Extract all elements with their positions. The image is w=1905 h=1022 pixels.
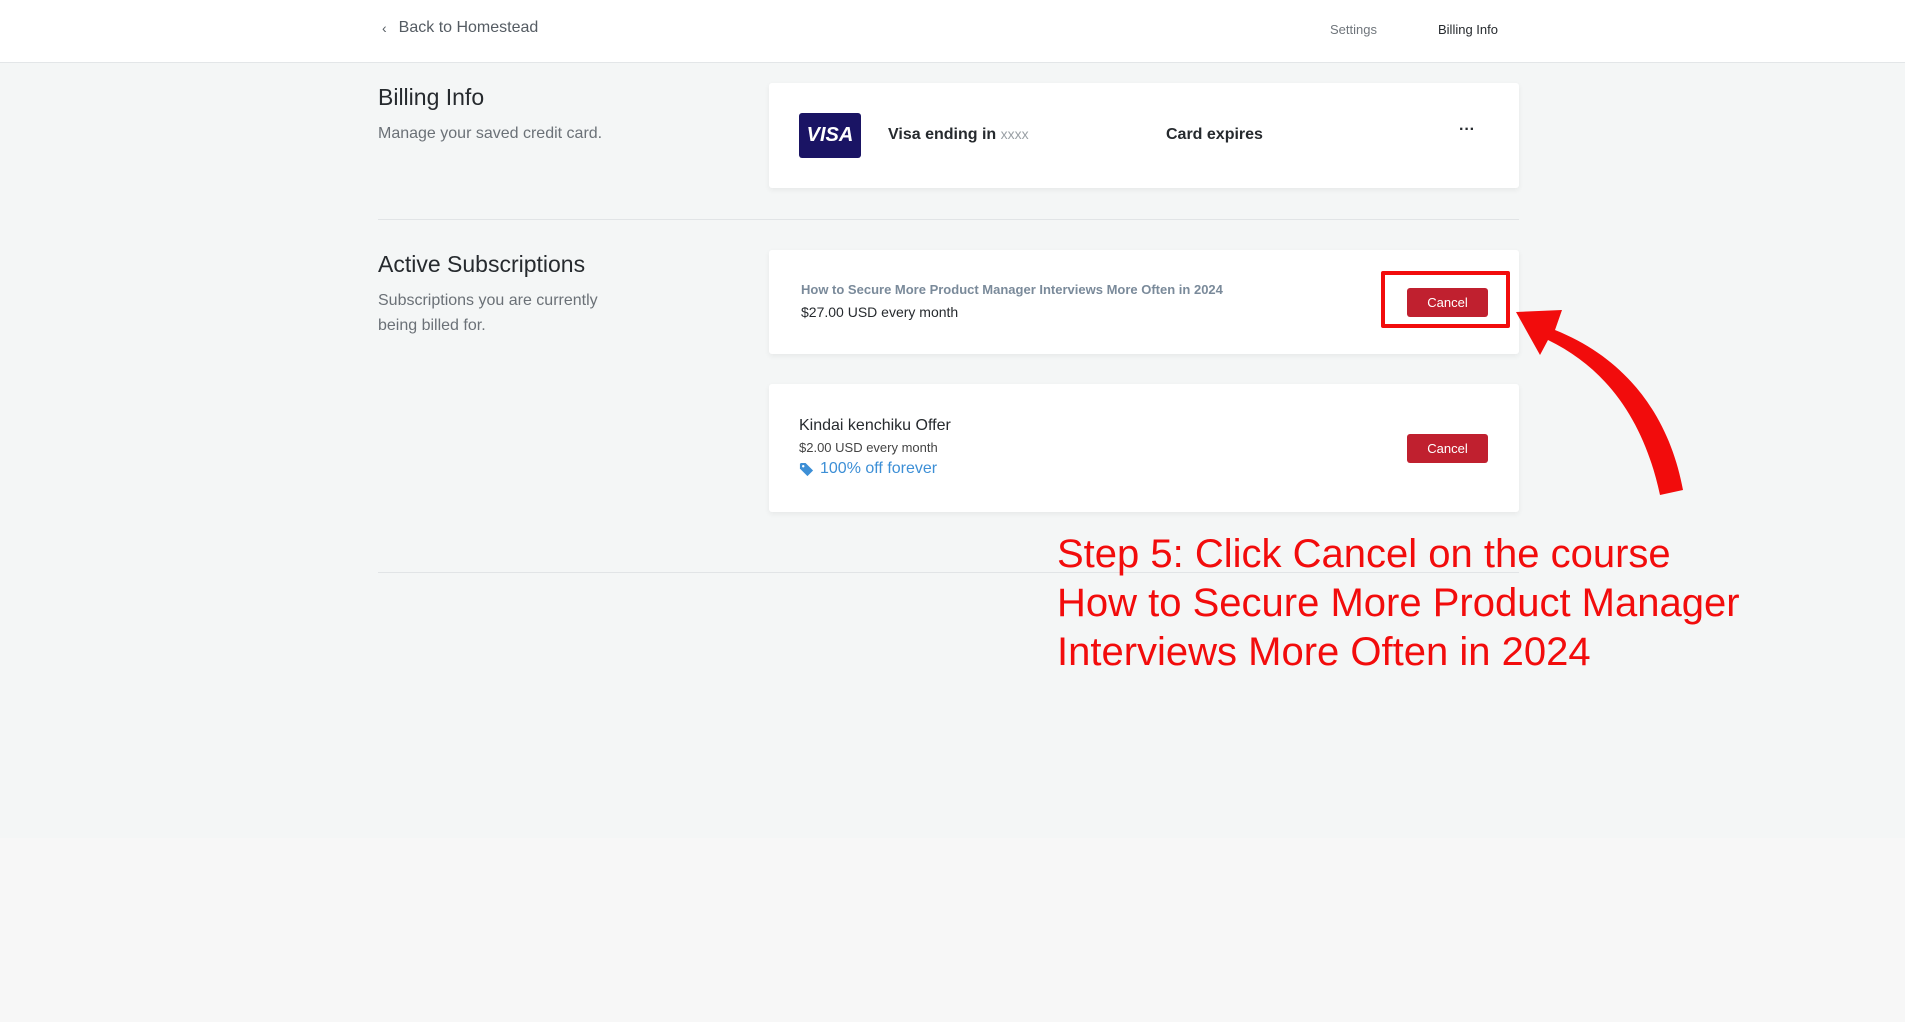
tag-icon — [799, 462, 814, 476]
cancel-button[interactable]: Cancel — [1407, 434, 1488, 463]
billing-subtitle: Manage your saved credit card. — [378, 125, 603, 142]
subscription-price: $27.00 USD every month — [801, 304, 959, 320]
nav-billing-info[interactable]: Billing Info — [1438, 22, 1498, 37]
discount-badge: 100% off forever — [799, 460, 937, 478]
top-bar: ‹ Back to Homestead Settings Billing Inf… — [0, 0, 1905, 63]
saved-card: VISA Visa ending in xxxx Card expires ··… — [769, 83, 1519, 188]
section-divider — [378, 219, 1519, 220]
nav-settings[interactable]: Settings — [1330, 22, 1377, 37]
subscription-name: How to Secure More Product Manager Inter… — [801, 282, 1223, 297]
step-annotation: Step 5: Click Cancel on the course How to… — [1057, 532, 1740, 674]
subscription-price: $2.00 USD every month — [799, 440, 938, 455]
chevron-left-icon: ‹ — [382, 20, 387, 36]
card-expires: Card expires — [1166, 126, 1263, 143]
back-label: Back to Homestead — [398, 19, 539, 36]
subscription-name: Kindai kenchiku Offer — [799, 417, 951, 434]
more-options-icon[interactable]: ··· — [1459, 121, 1475, 139]
page-footer-area — [0, 838, 1905, 1022]
visa-logo: VISA — [799, 113, 861, 158]
subscription-item: Kindai kenchiku Offer $2.00 USD every mo… — [769, 384, 1519, 512]
highlight-box — [1381, 271, 1510, 328]
billing-title: Billing Info — [378, 84, 485, 110]
annotation-arrow-icon — [1516, 310, 1683, 495]
subscriptions-title: Active Subscriptions — [378, 251, 586, 277]
back-link[interactable]: ‹ Back to Homestead — [382, 19, 538, 37]
subscriptions-subtitle: Subscriptions you are currently being bil… — [378, 292, 598, 334]
card-ending: Visa ending in xxxx — [888, 126, 1029, 143]
